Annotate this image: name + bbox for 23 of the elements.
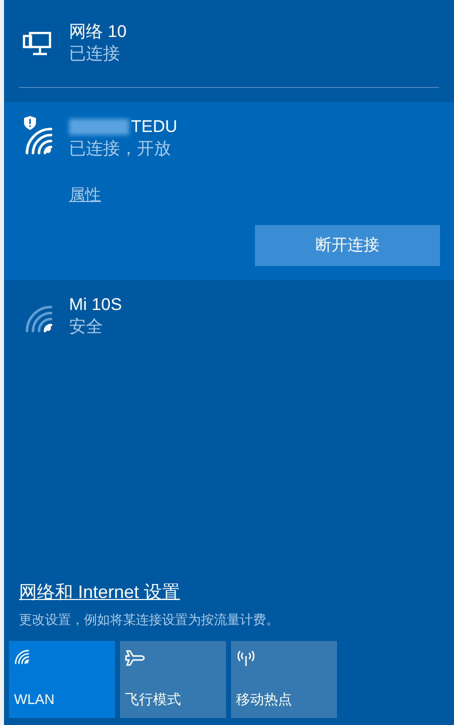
network-name: TEDU: [131, 116, 178, 138]
settings-link[interactable]: 网络和 Internet 设置: [19, 578, 180, 606]
wifi-icon: [24, 126, 54, 156]
network-item[interactable]: 网络 10 已连接: [4, 0, 454, 65]
shield-icon: [24, 116, 36, 130]
network-name: Mi 10S: [69, 294, 122, 316]
network-status: 安全: [69, 316, 104, 338]
network-item[interactable]: Mi 10S 安全: [4, 280, 454, 338]
settings-description: 更改设置，例如将某连接设置为按流量计费。: [19, 610, 280, 628]
quick-action-tile[interactable]: 飞行模式: [120, 641, 226, 718]
computer-icon: [22, 31, 52, 57]
network-name: 网络 10: [69, 21, 127, 43]
wifi-icon: [24, 304, 54, 334]
quick-action-tile[interactable]: WLAN: [9, 641, 115, 718]
antenna-icon: [236, 649, 256, 667]
quick-action-tile[interactable]: 移动热点: [231, 641, 337, 718]
network-status: 已连接: [69, 43, 121, 65]
disconnect-button[interactable]: 断开连接: [255, 225, 440, 266]
airplane-icon: [125, 649, 145, 667]
wifi-icon: [14, 649, 30, 665]
properties-link[interactable]: 属性: [69, 184, 101, 208]
network-status: 已连接，开放: [69, 138, 172, 160]
network-item[interactable]: TEDU 已连接，开放 属性 断开连接: [4, 102, 454, 280]
